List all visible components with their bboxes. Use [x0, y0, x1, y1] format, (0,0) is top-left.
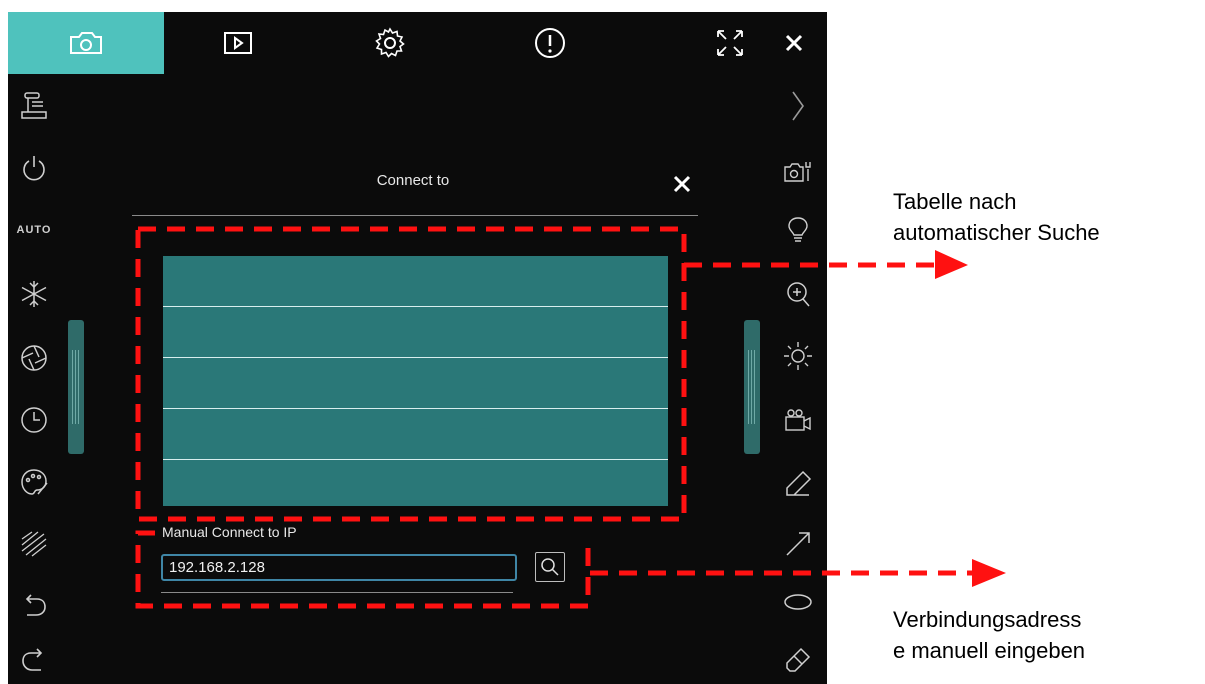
- table-annotation-text: Tabelle nach automatischer Suche: [893, 186, 1100, 248]
- manual-annotation-text: Verbindungsadress e manuell eingeben: [893, 604, 1085, 666]
- ip-callout-arrowhead: [972, 559, 1006, 587]
- ip-highlight-box: [135, 530, 591, 609]
- table-highlight-box: [135, 226, 687, 522]
- manual-note-line2: e manuell eingeben: [893, 638, 1086, 663]
- table-note-line2: automatischer Suche: [893, 220, 1100, 245]
- manual-note-line1: Verbindungsadress: [893, 607, 1082, 632]
- annotation-overlay: [135, 226, 1006, 609]
- table-callout-arrowhead: [935, 250, 968, 279]
- table-note-line1: Tabelle nach: [893, 189, 1017, 214]
